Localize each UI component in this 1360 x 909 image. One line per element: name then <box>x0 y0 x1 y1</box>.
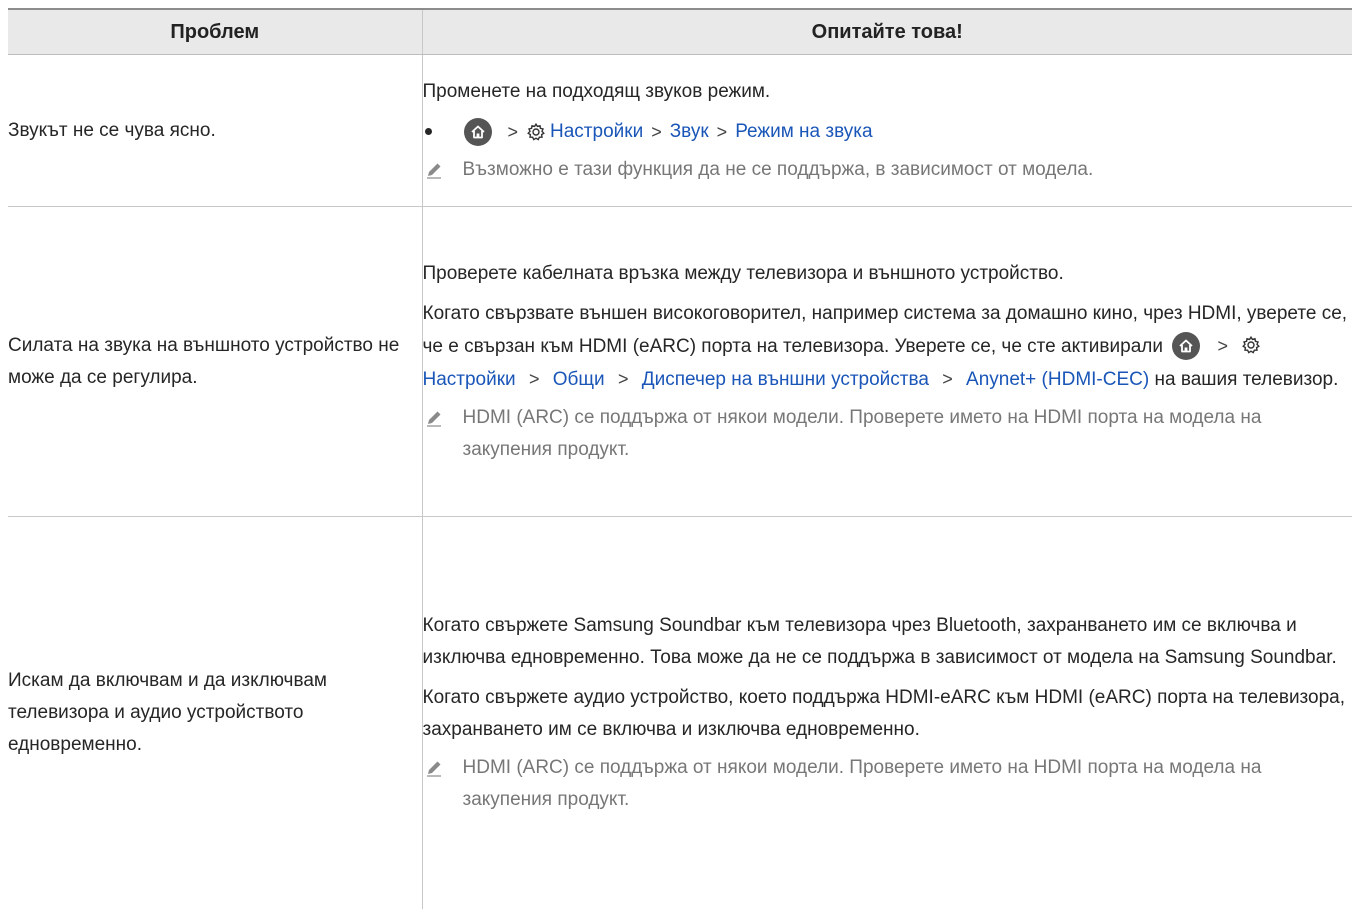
table-row: Искам да включвам и да изключвам телевиз… <box>8 516 1353 909</box>
problem-cell: Искам да включвам и да изключвам телевиз… <box>8 669 327 755</box>
note: HDMI (ARC) се поддържа от някои модели. … <box>423 402 1353 466</box>
solution-text: Когато свързвате външен високоговорител,… <box>423 298 1353 396</box>
link-sound-mode[interactable]: Режим на звука <box>735 116 872 148</box>
solution-cell: Проверете кабелната връзка между телевиз… <box>421 206 1353 517</box>
chevron-right-icon: > <box>651 121 662 142</box>
link-anynet[interactable]: Anynet+ (HDMI-CEC) <box>966 369 1149 390</box>
home-icon <box>463 117 492 146</box>
link-sound[interactable]: Звук <box>670 116 709 148</box>
settings-path: > Настройки > Звук > Режим на звука <box>423 116 1353 148</box>
home-icon <box>1172 332 1201 361</box>
link-settings[interactable]: Настройки <box>423 369 516 390</box>
note: Възможно е тази функция да не се поддърж… <box>423 154 1353 186</box>
note-text: HDMI (ARC) се поддържа от някои модели. … <box>462 756 1262 810</box>
problem-cell: Звукът не се чува ясно. <box>8 54 422 207</box>
link-external-device-manager[interactable]: Диспечер на външни устройства <box>642 369 929 390</box>
solution-cell: Променете на подходящ звуков режим. > На… <box>421 54 1353 207</box>
chevron-right-icon: > <box>942 368 953 389</box>
gear-icon <box>1241 335 1261 355</box>
solution-text-main: Когато свързвате външен високоговорител,… <box>422 302 1348 357</box>
troubleshooting-table: Проблем Опитайте това! Звукът не се чува… <box>8 8 1352 909</box>
header-problem: Проблем <box>8 8 422 55</box>
note-text: HDMI (ARC) се поддържа от някои модели. … <box>462 406 1262 460</box>
table-row: Звукът не се чува ясно. Променете на под… <box>8 54 1353 207</box>
chevron-right-icon: > <box>1217 335 1229 356</box>
header-solution: Опитайте това! <box>421 8 1352 55</box>
solution-text-tail: на вашия телевизор. <box>1154 368 1339 390</box>
note-text: Възможно е тази функция да не се поддърж… <box>462 158 1094 180</box>
link-settings[interactable]: Настройки <box>550 116 643 148</box>
bullet-icon <box>424 128 432 135</box>
gear-icon <box>526 122 546 142</box>
pencil-icon <box>426 411 441 427</box>
solution-text: Когато свържете Samsung Soundbar към тел… <box>422 614 1337 668</box>
chevron-right-icon: > <box>716 121 728 142</box>
solution-text: Когато свържете аудио устройство, което … <box>422 686 1346 740</box>
solution-cell: Когато свържете Samsung Soundbar към тел… <box>421 516 1353 909</box>
solution-text: Проверете кабелната връзка между телевиз… <box>422 262 1064 284</box>
pencil-icon <box>426 163 441 179</box>
note: HDMI (ARC) се поддържа от някои модели. … <box>423 752 1353 816</box>
problem-cell: Силата на звука на външното устройство н… <box>8 206 422 517</box>
solution-text: Променете на подходящ звуков режим. <box>422 80 771 102</box>
table-header-row: Проблем Опитайте това! <box>8 8 1352 55</box>
chevron-right-icon: > <box>617 368 629 389</box>
table-row: Силата на звука на външното устройство н… <box>8 206 1353 517</box>
chevron-right-icon: > <box>507 121 519 142</box>
chevron-right-icon: > <box>528 368 540 389</box>
link-general[interactable]: Общи <box>553 369 605 390</box>
pencil-icon <box>426 761 441 777</box>
